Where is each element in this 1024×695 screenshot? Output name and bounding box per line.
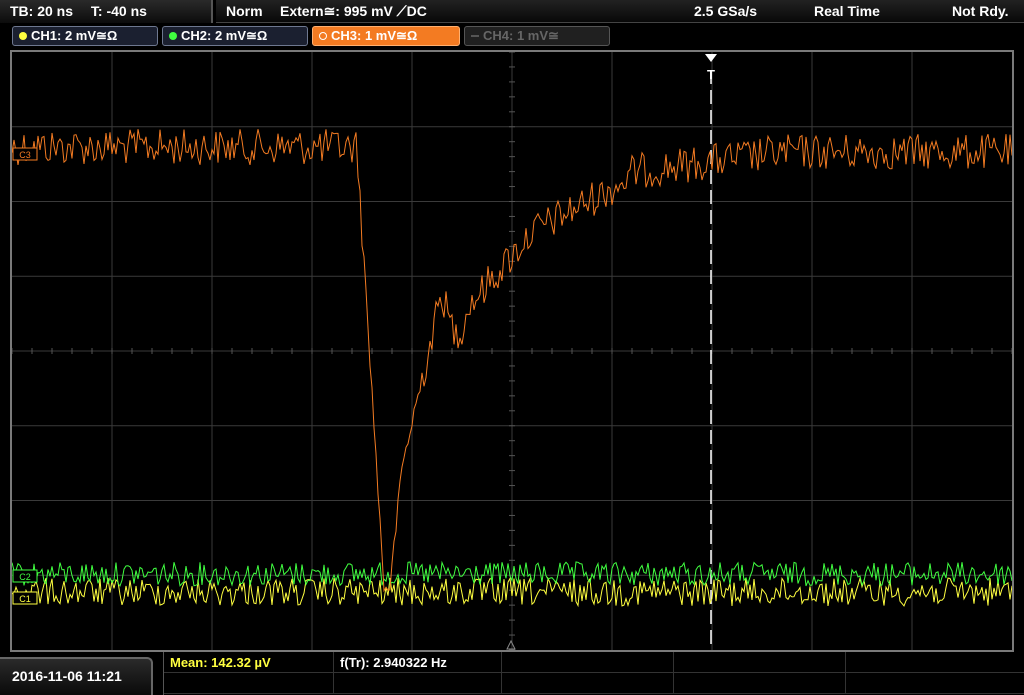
- measurement-slot-7: [334, 673, 502, 694]
- measurement-panel[interactable]: Mean: 142.32 µV f(Tr): 2.940322 Hz: [163, 652, 1024, 695]
- frequency-measurement: f(Tr): 2.940322 Hz: [334, 652, 502, 673]
- datetime-box[interactable]: 2016-11-06 11:21: [0, 657, 153, 695]
- timebase-box[interactable]: TB: 20 ns T: -40 ns: [0, 0, 213, 23]
- measurement-slot-4: [674, 652, 846, 673]
- channel-tabs: CH1: 2 mV≅Ω CH2: 2 mV≅Ω CH3: 1 mV≅Ω CH4:…: [0, 26, 1024, 48]
- sample-rate-label: 2.5 GSa/s: [694, 3, 758, 19]
- ch3-label: CH3: 1 mV≅Ω: [331, 28, 418, 43]
- waveform-display[interactable]: T C3 C2 C1: [10, 50, 1014, 652]
- trigger-source-label: Extern≅: 995 mV ⟋DC: [280, 3, 427, 19]
- trigger-arrow-icon: [705, 54, 717, 62]
- center-marker-icon: [506, 639, 516, 650]
- acquisition-mode-label: Real Time: [814, 3, 880, 19]
- measurement-slot-6: [164, 673, 334, 694]
- graticule: [12, 52, 1012, 650]
- trigger-marker-label: T: [707, 67, 715, 82]
- bottom-bar: 2016-11-06 11:21 Mean: 142.32 µV f(Tr): …: [0, 652, 1024, 695]
- tab-ch1[interactable]: CH1: 2 mV≅Ω: [12, 26, 158, 46]
- datetime-label: 2016-11-06 11:21: [12, 668, 122, 684]
- ch4-label: CH4: 1 mV≅: [483, 28, 559, 43]
- trigger-mode-label: Norm: [226, 3, 263, 19]
- tab-ch2[interactable]: CH2: 2 mV≅Ω: [162, 26, 308, 46]
- measurement-slot-9: [674, 673, 846, 694]
- ch3-marker-label: C3: [19, 150, 31, 160]
- ch1-level-marker[interactable]: C1: [12, 591, 38, 605]
- tab-ch4[interactable]: CH4: 1 mV≅: [464, 26, 610, 46]
- mean-measurement: Mean: 142.32 µV: [164, 652, 334, 673]
- measurement-slot-8: [502, 673, 674, 694]
- ch3-dot-icon: [319, 32, 327, 40]
- trigger-marker[interactable]: T: [705, 54, 717, 82]
- ch1-dot-icon: [19, 32, 27, 40]
- waveform-svg: T C3 C2 C1: [12, 52, 1012, 650]
- measurement-slot-3: [502, 652, 674, 673]
- measurement-slot-5: [846, 652, 1024, 673]
- timebase-label: TB: 20 ns: [10, 3, 74, 19]
- acquisition-state-label: Not Rdy.: [952, 3, 1009, 19]
- ch1-label: CH1: 2 mV≅Ω: [31, 28, 118, 43]
- ch3-level-marker[interactable]: C3: [12, 147, 38, 161]
- ch2-level-marker[interactable]: C2: [12, 569, 38, 583]
- ch2-dot-icon: [169, 32, 177, 40]
- ch2-label: CH2: 2 mV≅Ω: [181, 28, 268, 43]
- ch2-marker-label: C2: [19, 572, 31, 582]
- ch1-marker-label: C1: [19, 594, 31, 604]
- trigger-time-label: T: -40 ns: [90, 3, 147, 19]
- measurement-slot-10: [846, 673, 1024, 694]
- top-bar: TB: 20 ns T: -40 ns Norm Extern≅: 995 mV…: [0, 0, 1024, 24]
- status-bar[interactable]: Norm Extern≅: 995 mV ⟋DC 2.5 GSa/s Real …: [216, 0, 1024, 23]
- ch4-off-icon: [471, 35, 479, 37]
- tab-ch3[interactable]: CH3: 1 mV≅Ω: [312, 26, 460, 46]
